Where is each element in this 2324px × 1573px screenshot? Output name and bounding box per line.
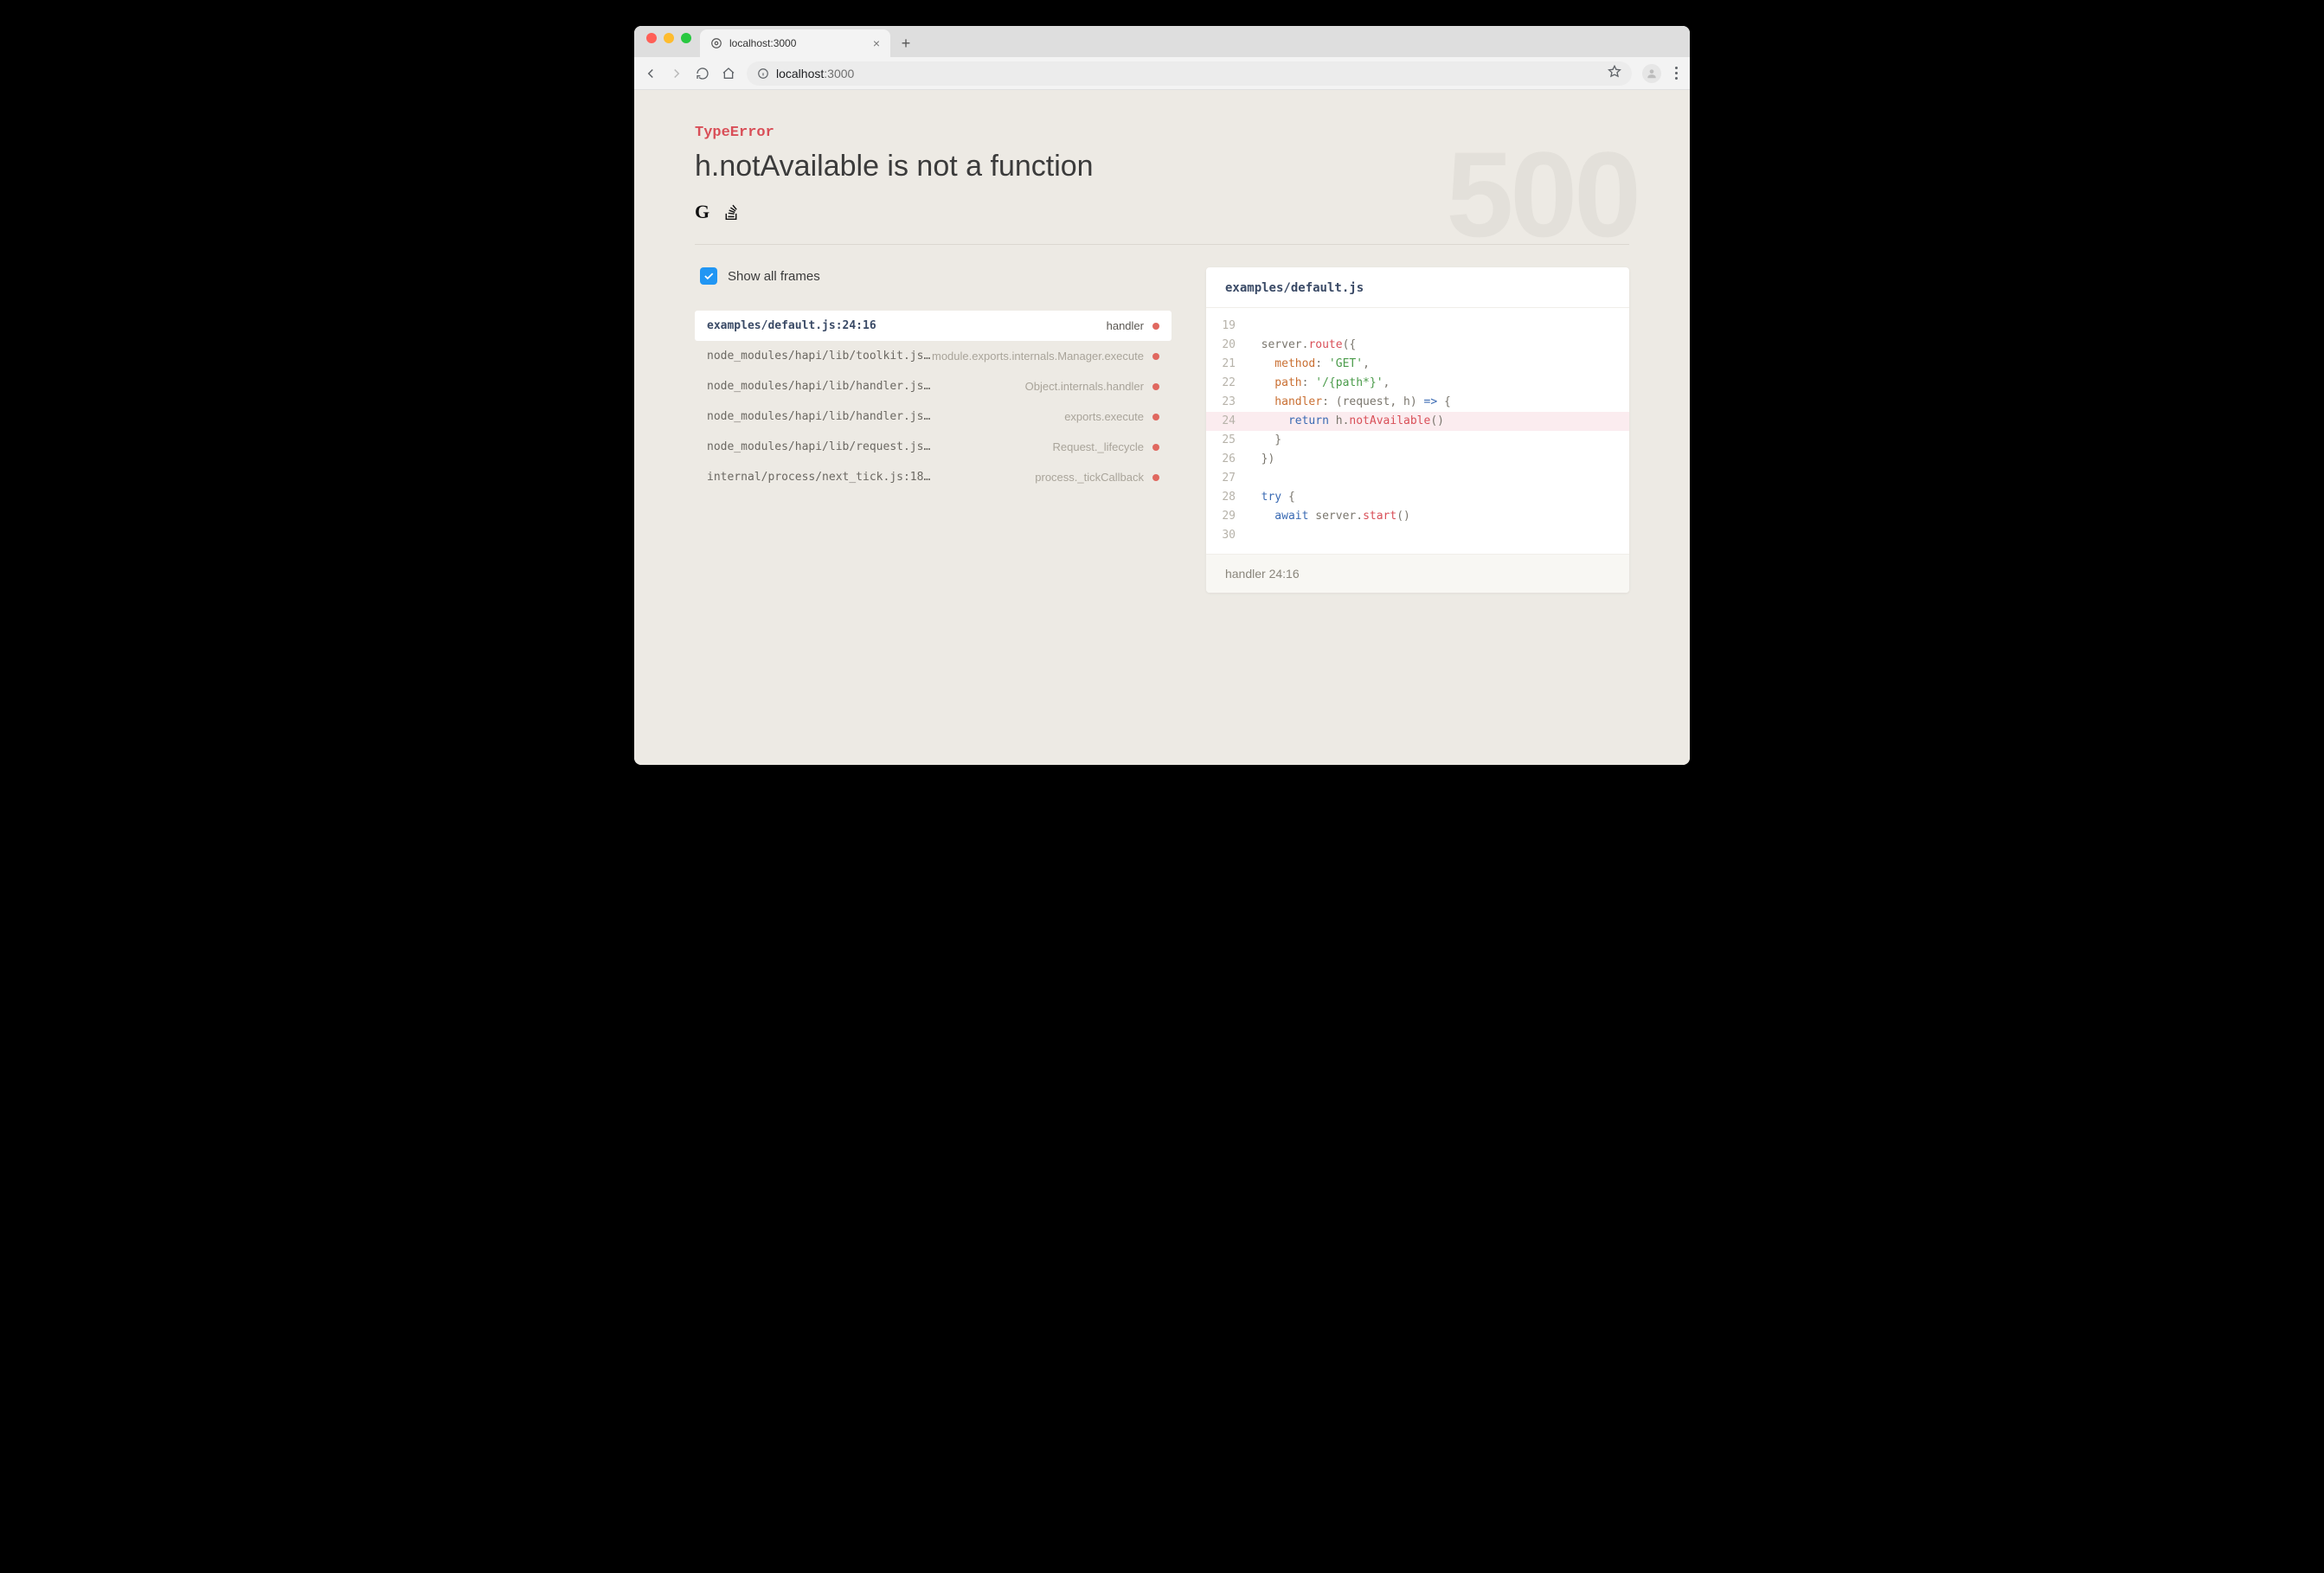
code-content: [1248, 526, 1629, 545]
code-line: 23 handler: (request, h) => {: [1206, 393, 1629, 412]
error-type: TypeError: [695, 125, 1629, 141]
stack-frame[interactable]: examples/default.js:24:16 handler: [695, 311, 1172, 341]
tab-title: localhost:3000: [729, 37, 796, 49]
checkbox-icon: [700, 267, 717, 285]
frame-location: node_modules/hapi/lib/request.js:263:62: [707, 440, 932, 453]
error-page: 500 TypeError h.notAvailable is not a fu…: [634, 90, 1690, 765]
code-content: await server.start(): [1248, 507, 1629, 526]
code-content: }: [1248, 431, 1629, 450]
code-preview-panel: examples/default.js 1920 server.route({2…: [1206, 267, 1629, 593]
code-content: method: 'GET',: [1248, 355, 1629, 374]
close-tab-icon[interactable]: ×: [873, 36, 880, 50]
info-icon: [757, 67, 769, 80]
browser-window: localhost:3000 × + localhost:3000: [634, 26, 1690, 765]
code-file-name: examples/default.js: [1206, 267, 1629, 308]
breakpoint-dot-icon: [1152, 474, 1159, 481]
code-line: 26 }): [1206, 450, 1629, 469]
code-line: 28 try {: [1206, 488, 1629, 507]
browser-toolbar: localhost:3000: [634, 57, 1690, 90]
browser-tab[interactable]: localhost:3000 ×: [700, 29, 890, 57]
frame-function: process._tickCallback: [1035, 471, 1159, 484]
status-code: 500: [1446, 125, 1638, 265]
profile-avatar[interactable]: [1642, 64, 1661, 83]
show-all-frames-toggle[interactable]: Show all frames: [695, 267, 1172, 285]
breakpoint-dot-icon: [1152, 353, 1159, 360]
line-number: 25: [1206, 431, 1248, 450]
code-content: }): [1248, 450, 1629, 469]
maximize-window-button[interactable]: [681, 33, 691, 43]
address-bar[interactable]: localhost:3000: [747, 61, 1632, 86]
frame-function: module.exports.internals.Manager.execute: [932, 350, 1159, 363]
code-content: handler: (request, h) => {: [1248, 393, 1629, 412]
code-content: [1248, 317, 1629, 336]
stack-frame[interactable]: internal/process/next_tick.js:189:7 proce…: [695, 462, 1172, 492]
code-content: return h.notAvailable(): [1248, 412, 1629, 431]
code-line: 21 method: 'GET',: [1206, 355, 1629, 374]
show-all-frames-label: Show all frames: [728, 269, 820, 284]
line-number: 21: [1206, 355, 1248, 374]
error-message: h.notAvailable is not a function: [695, 150, 1629, 183]
frame-location: examples/default.js:24:16: [707, 319, 876, 332]
line-number: 20: [1206, 336, 1248, 355]
favicon-icon: [710, 37, 722, 49]
browser-menu-button[interactable]: [1672, 63, 1681, 83]
breakpoint-dot-icon: [1152, 383, 1159, 390]
google-search-link[interactable]: G: [695, 201, 709, 223]
line-number: 28: [1206, 488, 1248, 507]
code-content: server.route({: [1248, 336, 1629, 355]
code-line: 19: [1206, 317, 1629, 336]
line-number: 22: [1206, 374, 1248, 393]
code-line: 29 await server.start(): [1206, 507, 1629, 526]
stackoverflow-link[interactable]: [723, 202, 739, 222]
breakpoint-dot-icon: [1152, 444, 1159, 451]
stack-frame[interactable]: node_modules/hapi/lib/handler.js:50:48 Ob…: [695, 371, 1172, 401]
line-number: 29: [1206, 507, 1248, 526]
stack-frames-panel: Show all frames examples/default.js:24:1…: [695, 267, 1172, 593]
frame-location: node_modules/hapi/lib/handler.js:35:36: [707, 410, 932, 423]
forward-button[interactable]: [669, 66, 684, 81]
line-number: 26: [1206, 450, 1248, 469]
back-button[interactable]: [643, 66, 658, 81]
frame-function: handler: [1107, 319, 1159, 332]
frame-location: internal/process/next_tick.js:189:7: [707, 471, 932, 484]
stack-frame[interactable]: node_modules/hapi/lib/request.js:263:62 R…: [695, 432, 1172, 462]
breakpoint-dot-icon: [1152, 323, 1159, 330]
code-line: 27: [1206, 469, 1629, 488]
reload-button[interactable]: [695, 66, 710, 81]
line-number: 24: [1206, 412, 1248, 431]
code-line: 22 path: '/{path*}',: [1206, 374, 1629, 393]
stack-frame[interactable]: node_modules/hapi/lib/handler.js:35:36 ex…: [695, 401, 1172, 432]
frame-function: Request._lifecycle: [1052, 440, 1159, 453]
tab-strip: localhost:3000 × +: [634, 26, 1690, 57]
window-controls: [643, 33, 700, 50]
line-number: 23: [1206, 393, 1248, 412]
frame-location: node_modules/hapi/lib/toolkit.js:35:106: [707, 350, 932, 363]
line-number: 19: [1206, 317, 1248, 336]
line-number: 30: [1206, 526, 1248, 545]
code-line: 25 }: [1206, 431, 1629, 450]
url-text: localhost:3000: [776, 67, 854, 80]
frame-function: exports.execute: [1064, 410, 1159, 423]
code-content: [1248, 469, 1629, 488]
frame-location: node_modules/hapi/lib/handler.js:50:48: [707, 380, 932, 393]
minimize-window-button[interactable]: [664, 33, 674, 43]
code-line: 20 server.route({: [1206, 336, 1629, 355]
line-number: 27: [1206, 469, 1248, 488]
code-line: 30: [1206, 526, 1629, 545]
new-tab-button[interactable]: +: [894, 31, 918, 55]
code-content: try {: [1248, 488, 1629, 507]
close-window-button[interactable]: [646, 33, 657, 43]
code-content: path: '/{path*}',: [1248, 374, 1629, 393]
frame-function: Object.internals.handler: [1025, 380, 1159, 393]
search-links: G: [695, 201, 1629, 223]
bookmark-icon[interactable]: [1608, 65, 1621, 81]
code-line: 24 return h.notAvailable(): [1206, 412, 1629, 431]
code-footer: handler 24:16: [1206, 554, 1629, 593]
stack-frame[interactable]: node_modules/hapi/lib/toolkit.js:35:106m…: [695, 341, 1172, 371]
breakpoint-dot-icon: [1152, 414, 1159, 421]
home-button[interactable]: [721, 66, 736, 81]
